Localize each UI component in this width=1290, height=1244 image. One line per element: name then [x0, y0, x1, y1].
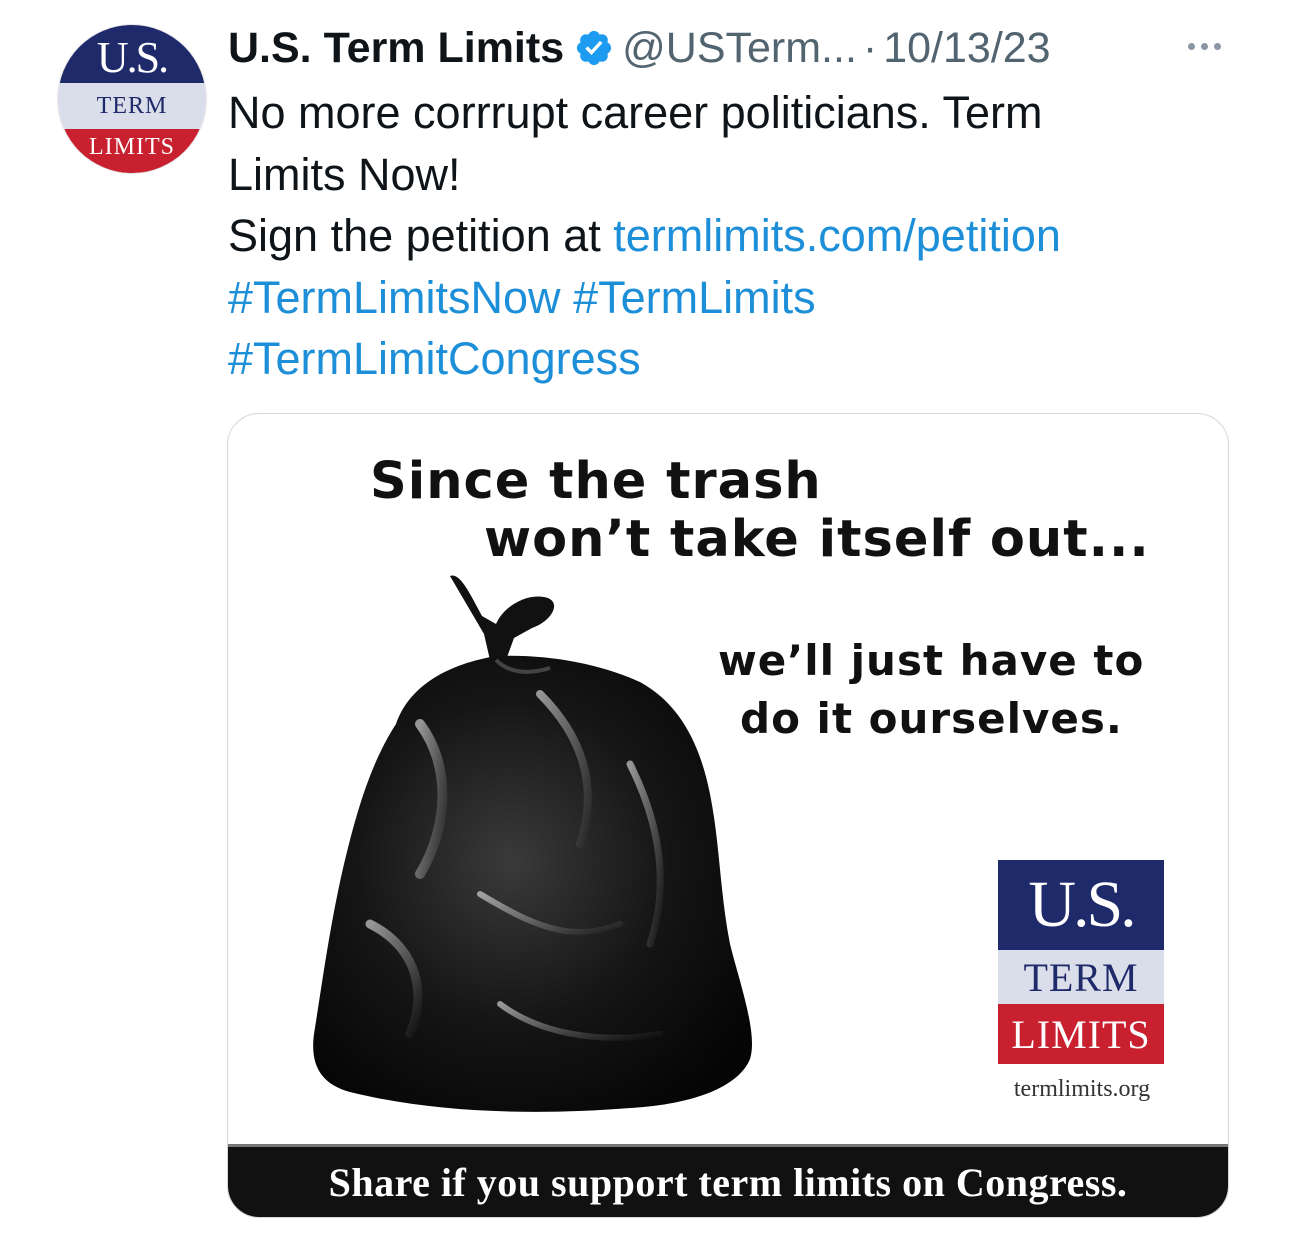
avatar-term-text: TERM	[58, 83, 206, 129]
image-footer-text: Share if you support term limits on Cong…	[328, 1159, 1128, 1205]
author-handle[interactable]: @USTerm...	[622, 24, 857, 73]
tweet-text-line-2: Limits Now!	[228, 148, 461, 200]
hashtag-termlimitcongress[interactable]: #TermLimitCongress	[228, 333, 641, 384]
image-headline-1: Since the trash	[370, 452, 822, 511]
author-avatar[interactable]: U.S. TERM LIMITS	[58, 25, 206, 173]
tweet-date[interactable]: 10/13/23	[883, 24, 1050, 73]
avatar-us-text: U.S.	[58, 25, 206, 83]
image-subtext-1: we’ll just have to	[718, 636, 1145, 685]
tweet-media-image[interactable]: Since the trash won’t take itself out...…	[227, 413, 1229, 1218]
verified-badge-icon	[577, 30, 612, 66]
trash-bag-image	[313, 575, 752, 1112]
petition-link[interactable]: termlimits.com/petition	[613, 210, 1061, 261]
petition-prefix: Sign the petition at	[228, 210, 614, 261]
logo-term-text: TERM	[998, 950, 1164, 1004]
hashtag-termlimitsnow[interactable]: #TermLimitsNow	[228, 272, 561, 323]
tweet-text-line-3: Sign the petition at termlimits.com/peti…	[228, 205, 1228, 267]
hashtag-termlimits[interactable]: #TermLimits	[573, 272, 816, 323]
more-options-icon[interactable]	[1180, 26, 1228, 66]
image-footer-bar: Share if you support term limits on Cong…	[228, 1144, 1228, 1217]
separator-dot: ·	[862, 23, 878, 72]
author-name[interactable]: U.S. Term Limits	[228, 24, 564, 73]
us-term-limits-logo: U.S. TERM LIMITS	[998, 860, 1164, 1064]
hashtag-line: #TermLimitsNow #TermLimits	[228, 267, 1228, 329]
tweet-text-line-1: No more corrrupt career politicians. Ter…	[228, 87, 1043, 138]
image-headline-2: won’t take itself out...	[484, 510, 1150, 569]
logo-url-text: termlimits.org	[1013, 1076, 1151, 1102]
image-subtext-2: do it ourselves.	[740, 694, 1123, 743]
logo-us-text: U.S.	[998, 860, 1164, 950]
tweet-body: No more corrrupt career politicians. Ter…	[228, 82, 1228, 390]
tweet-header: U.S. Term Limits @USTerm... · 10/13/23	[228, 18, 1230, 78]
hashtag-line-2: #TermLimitCongress	[228, 328, 1228, 390]
logo-limits-text: LIMITS	[998, 1004, 1164, 1064]
avatar-limits-text: LIMITS	[58, 129, 206, 173]
